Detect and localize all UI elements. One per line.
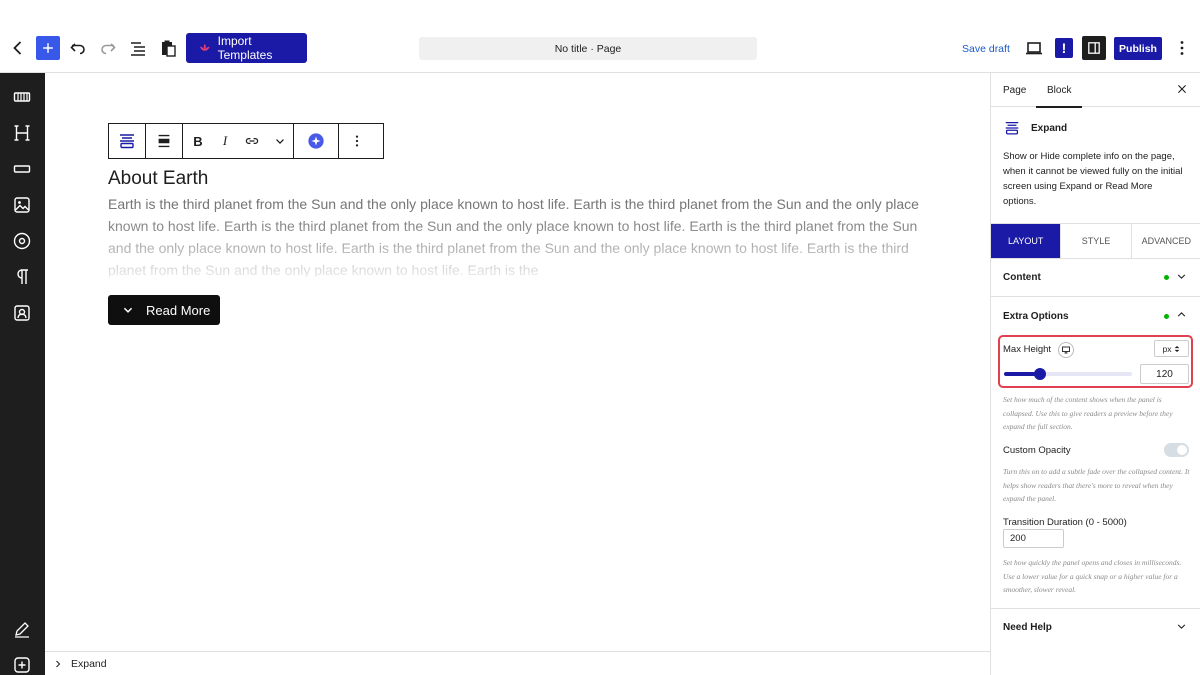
need-help-label: Need Help bbox=[1003, 622, 1052, 633]
add-block-button[interactable] bbox=[36, 36, 60, 60]
segment-advanced[interactable]: ADVANCED bbox=[1132, 224, 1200, 258]
sidebar-tabs: Page Block bbox=[991, 73, 1200, 108]
document-overview-icon[interactable] bbox=[126, 36, 150, 60]
transition-duration-input[interactable]: 200 bbox=[1003, 529, 1064, 548]
notice-button[interactable]: ! bbox=[1055, 38, 1073, 58]
read-more-label: Read More bbox=[146, 302, 211, 318]
link-icon[interactable] bbox=[237, 124, 267, 158]
italic-button[interactable]: I bbox=[213, 124, 237, 158]
chevron-down-icon bbox=[123, 307, 133, 313]
responsive-monitor-icon[interactable] bbox=[1058, 342, 1074, 358]
preview-desktop-icon[interactable] bbox=[1022, 36, 1046, 60]
paragraph-block-icon[interactable] bbox=[12, 267, 32, 287]
extra-options-label: Extra Options bbox=[1003, 310, 1069, 322]
content-accordion-label: Content bbox=[1003, 272, 1041, 283]
max-height-input[interactable]: 120 bbox=[1140, 364, 1189, 384]
tab-block[interactable]: Block bbox=[1035, 85, 1084, 108]
settings-sidebar-toggle[interactable] bbox=[1082, 36, 1106, 60]
settings-sidebar: Page Block Expand Show or Hide complete … bbox=[990, 73, 1200, 675]
expand-block-type-icon[interactable] bbox=[109, 124, 145, 158]
max-height-help: Set how much of the content shows when t… bbox=[1003, 395, 1173, 431]
pencil-icon[interactable] bbox=[12, 619, 32, 639]
align-wide-icon[interactable] bbox=[146, 124, 182, 158]
status-dot bbox=[1164, 313, 1169, 319]
read-more-button[interactable]: Read More bbox=[108, 295, 220, 325]
block-card: Expand Show or Hide complete info on the… bbox=[991, 107, 1200, 224]
chevron-down-icon bbox=[1176, 621, 1187, 635]
more-options-icon[interactable] bbox=[1170, 36, 1194, 60]
block-title: Expand bbox=[1031, 122, 1068, 134]
save-draft-button[interactable]: Save draft bbox=[962, 43, 1010, 55]
target-block-icon[interactable] bbox=[12, 231, 32, 251]
custom-opacity-help: Turn this on to add a subtle fade over t… bbox=[1003, 467, 1190, 503]
sidebar-icon bbox=[1088, 42, 1100, 54]
status-dot bbox=[1164, 275, 1169, 280]
block-toolbar: B I bbox=[108, 123, 384, 159]
lotus-icon bbox=[200, 43, 210, 51]
undo-icon[interactable] bbox=[66, 36, 90, 60]
segment-layout[interactable]: LAYOUT bbox=[991, 224, 1062, 258]
document-title-bar[interactable]: No title · Page bbox=[419, 37, 757, 60]
custom-opacity-toggle[interactable] bbox=[1164, 443, 1189, 457]
expand-body-text[interactable]: Earth is the third planet from the Sun a… bbox=[108, 193, 938, 277]
add-circle-icon[interactable] bbox=[12, 655, 32, 675]
transition-duration-help: Set how quickly the panel opens and clos… bbox=[1003, 558, 1182, 594]
button-block-icon[interactable] bbox=[12, 159, 32, 179]
extra-options-accordion[interactable]: Extra Options bbox=[991, 297, 1200, 335]
chevron-up-icon bbox=[1176, 309, 1187, 323]
bold-button[interactable]: B bbox=[183, 124, 213, 158]
settings-segment-tabs: LAYOUT STYLE ADVANCED bbox=[991, 224, 1200, 259]
need-help-accordion[interactable]: Need Help bbox=[991, 608, 1200, 646]
unit-select[interactable]: px bbox=[1154, 340, 1189, 357]
tab-page[interactable]: Page bbox=[1003, 85, 1026, 96]
clipboard-icon[interactable] bbox=[156, 36, 180, 60]
close-icon[interactable] bbox=[1176, 83, 1188, 98]
redo-icon[interactable] bbox=[96, 36, 120, 60]
chevron-right-icon bbox=[56, 660, 61, 667]
block-options-icon[interactable] bbox=[339, 124, 375, 158]
select-arrows-icon bbox=[1175, 345, 1180, 352]
transition-duration-label: Transition Duration (0 - 5000) bbox=[1003, 517, 1127, 528]
max-height-slider[interactable] bbox=[1004, 368, 1132, 380]
block-inserter-rail bbox=[0, 73, 45, 675]
columns-block-icon[interactable] bbox=[12, 87, 32, 107]
content-accordion[interactable]: Content bbox=[991, 259, 1200, 297]
unit-value: px bbox=[1162, 343, 1172, 354]
max-height-label: Max Height bbox=[1003, 344, 1052, 355]
block-description: Show or Hide complete info on the page, … bbox=[1003, 151, 1183, 207]
plus-icon bbox=[43, 43, 53, 53]
back-chevron-icon[interactable] bbox=[6, 36, 30, 60]
image-block-icon[interactable] bbox=[12, 195, 32, 215]
import-templates-button[interactable]: Import Templates bbox=[186, 33, 307, 63]
expand-heading[interactable]: About Earth bbox=[108, 168, 208, 190]
ai-assistant-icon[interactable] bbox=[294, 124, 338, 158]
chevron-down-icon[interactable] bbox=[267, 124, 293, 158]
expand-block-icon bbox=[1005, 121, 1019, 135]
block-breadcrumb: Expand bbox=[45, 651, 990, 675]
heading-block-icon[interactable] bbox=[12, 123, 32, 143]
segment-style[interactable]: STYLE bbox=[1061, 224, 1132, 258]
import-templates-label: Import Templates bbox=[217, 34, 273, 62]
breadcrumb-item-expand[interactable]: Expand bbox=[71, 658, 107, 670]
top-toolbar: Import Templates No title · Page Save dr… bbox=[0, 0, 1200, 73]
custom-opacity-label: Custom Opacity bbox=[1003, 445, 1071, 456]
profile-block-icon[interactable] bbox=[12, 303, 32, 323]
publish-button[interactable]: Publish bbox=[1114, 37, 1162, 60]
chevron-down-icon bbox=[1176, 271, 1187, 285]
slider-thumb[interactable] bbox=[1033, 368, 1046, 380]
